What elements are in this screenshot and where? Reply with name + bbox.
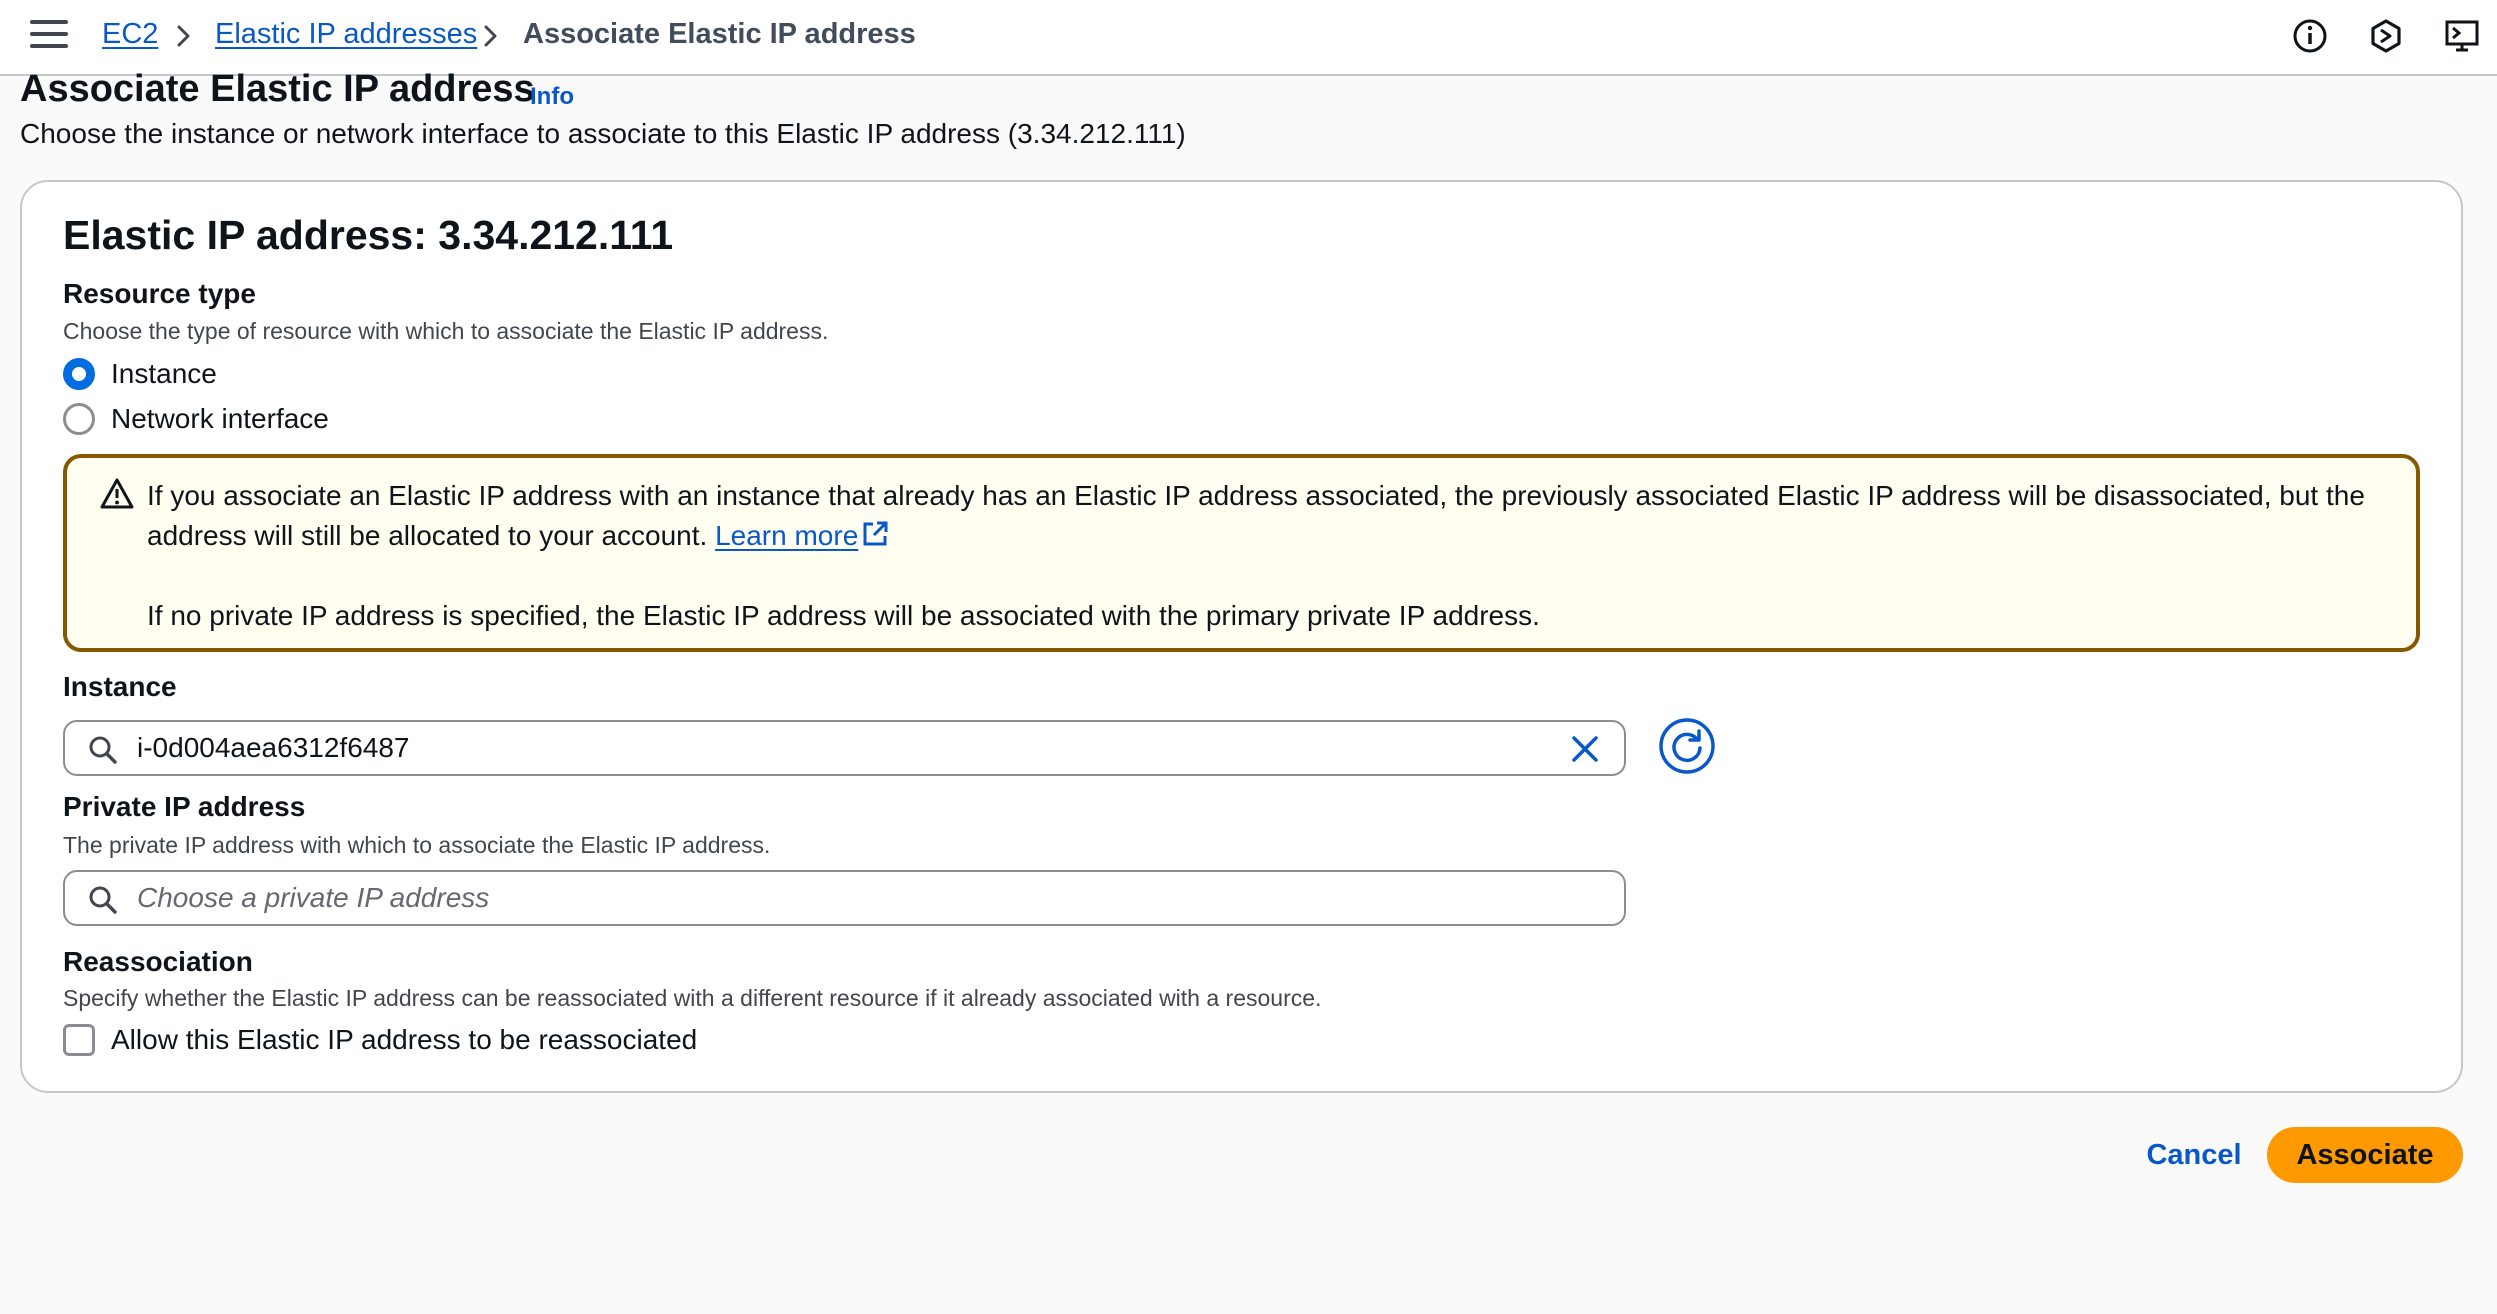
- reassociation-label: Reassociation: [63, 946, 253, 977]
- reassociation-checkbox-label: Allow this Elastic IP address to be reas…: [111, 1024, 698, 1055]
- radio-network-interface-label: Network interface: [111, 403, 329, 434]
- warning-icon: [100, 478, 134, 509]
- instance-field-label: Instance: [63, 671, 177, 702]
- chevron-right-icon: [484, 25, 497, 47]
- alert-message-2: If no private IP address is specified, t…: [147, 600, 1540, 631]
- private-ip-placeholder: Choose a private IP address: [137, 882, 490, 913]
- top-navigation-bar: EC2 Elastic IP addresses Associate Elast…: [0, 0, 2497, 76]
- search-icon: [89, 886, 117, 914]
- radio-instance[interactable]: Instance: [63, 357, 217, 391]
- settings-hexagon-icon[interactable]: [2366, 16, 2406, 56]
- menu-icon[interactable]: [30, 20, 68, 52]
- close-icon[interactable]: [1568, 732, 1602, 766]
- breadcrumb-elastic-ip-addresses[interactable]: Elastic IP addresses: [215, 18, 477, 51]
- breadcrumb-ec2[interactable]: EC2: [102, 18, 158, 51]
- instance-search-input[interactable]: i-0d004aea6312f6487: [63, 720, 1626, 776]
- reassociation-checkbox-row[interactable]: Allow this Elastic IP address to be reas…: [63, 1024, 697, 1056]
- learn-more-label: Learn more: [715, 520, 859, 551]
- radio-network-interface[interactable]: Network interface: [63, 402, 329, 436]
- card-title: Elastic IP address: 3.34.212.111: [63, 212, 674, 258]
- associate-form-container: Elastic IP address: 3.34.212.111 Resourc…: [20, 180, 2463, 1093]
- chevron-right-icon: [177, 25, 190, 47]
- learn-more-link[interactable]: Learn more: [715, 520, 890, 551]
- search-icon: [89, 736, 117, 764]
- private-ip-search-input[interactable]: Choose a private IP address: [63, 870, 1626, 926]
- resource-type-description: Choose the type of resource with which t…: [63, 318, 829, 344]
- resource-type-label: Resource type: [63, 278, 256, 309]
- radio-instance-label: Instance: [111, 358, 217, 389]
- cancel-button[interactable]: Cancel: [2122, 1127, 2266, 1183]
- page-title: Associate Elastic IP address: [20, 68, 535, 110]
- external-link-icon: [863, 521, 888, 546]
- info-link[interactable]: Info: [530, 83, 574, 111]
- alert-message-1: If you associate an Elastic IP address w…: [147, 480, 2365, 551]
- radio-button[interactable]: [63, 403, 95, 435]
- private-ip-label: Private IP address: [63, 791, 306, 822]
- refresh-icon[interactable]: [1658, 717, 1716, 775]
- instance-input-value: i-0d004aea6312f6487: [137, 732, 410, 763]
- page-description: Choose the instance or network interface…: [20, 118, 1186, 149]
- associate-button[interactable]: Associate: [2267, 1127, 2463, 1183]
- cloudshell-icon[interactable]: [2442, 16, 2482, 56]
- breadcrumb-current: Associate Elastic IP address: [523, 18, 916, 50]
- info-circle-icon[interactable]: [2290, 16, 2330, 56]
- radio-button-selected[interactable]: [63, 358, 95, 390]
- reassociation-description: Specify whether the Elastic IP address c…: [63, 985, 1322, 1011]
- private-ip-description: The private IP address with which to ass…: [63, 832, 771, 858]
- alert-text: If you associate an Elastic IP address w…: [147, 476, 2367, 636]
- reassociation-checkbox[interactable]: [63, 1024, 95, 1056]
- warning-alert: If you associate an Elastic IP address w…: [63, 454, 2420, 652]
